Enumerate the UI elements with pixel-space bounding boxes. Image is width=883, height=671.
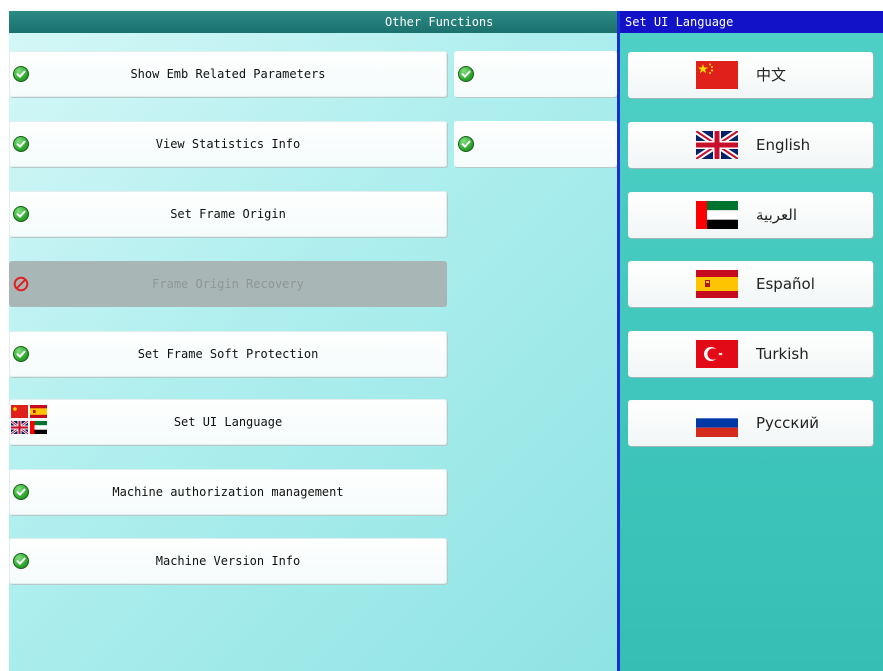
- language-option-turkish[interactable]: Turkish: [628, 331, 873, 377]
- button-label: Frame Origin Recovery: [152, 277, 304, 291]
- button-label: Set Frame Origin: [170, 207, 286, 221]
- set-ui-language-panel: Set UI Language 中文 English العربية Españ…: [617, 11, 883, 671]
- set-ui-language-header: Set UI Language: [620, 11, 883, 33]
- turkey-flag-icon: [696, 340, 738, 368]
- extra-function-button-2[interactable]: [454, 121, 617, 167]
- set-frame-origin-button[interactable]: Set Frame Origin: [9, 191, 447, 237]
- language-option-english[interactable]: English: [628, 122, 873, 168]
- other-functions-panel: Other Functions Show Emb Related Paramet…: [9, 11, 617, 671]
- language-label: العربية: [756, 206, 797, 224]
- language-label: Español: [756, 275, 815, 293]
- check-icon: [458, 66, 474, 82]
- other-functions-title: Other Functions: [385, 15, 494, 29]
- language-option-chinese[interactable]: 中文: [628, 52, 873, 98]
- frame-origin-recovery-button: Frame Origin Recovery: [9, 261, 447, 307]
- button-label: Machine Version Info: [155, 554, 301, 568]
- button-label: Set Frame Soft Protection: [137, 347, 319, 361]
- button-label: Set UI Language: [173, 415, 283, 429]
- view-statistics-info-button[interactable]: View Statistics Info: [9, 121, 447, 167]
- extra-function-button-1[interactable]: [454, 51, 617, 97]
- spain-flag-icon: [696, 270, 738, 298]
- other-functions-header: Other Functions: [9, 11, 617, 33]
- language-option-spanish[interactable]: Español: [628, 261, 873, 307]
- button-label: Show Emb Related Parameters: [130, 67, 326, 81]
- language-label: English: [756, 136, 811, 154]
- set-frame-soft-protection-button[interactable]: Set Frame Soft Protection: [9, 331, 447, 377]
- machine-authorization-management-button[interactable]: Machine authorization management: [9, 469, 447, 515]
- set-ui-language-title: Set UI Language: [625, 15, 734, 29]
- set-ui-language-button[interactable]: Set UI Language: [9, 399, 447, 445]
- language-label: Turkish: [756, 345, 809, 363]
- russia-flag-icon: [696, 409, 738, 437]
- show-emb-related-parameters-button[interactable]: Show Emb Related Parameters: [9, 51, 447, 97]
- check-icon: [458, 136, 474, 152]
- china-flag-icon: [696, 61, 738, 89]
- button-label: Machine authorization management: [112, 485, 344, 499]
- language-label: 中文: [756, 66, 787, 84]
- language-label: Русский: [756, 414, 819, 432]
- uae-flag-icon: [696, 201, 738, 229]
- uk-flag-icon: [694, 128, 740, 162]
- machine-version-info-button[interactable]: Machine Version Info: [9, 538, 447, 584]
- button-label: View Statistics Info: [155, 137, 301, 151]
- language-option-arabic[interactable]: العربية: [628, 192, 873, 238]
- language-option-russian[interactable]: Русский: [628, 400, 873, 446]
